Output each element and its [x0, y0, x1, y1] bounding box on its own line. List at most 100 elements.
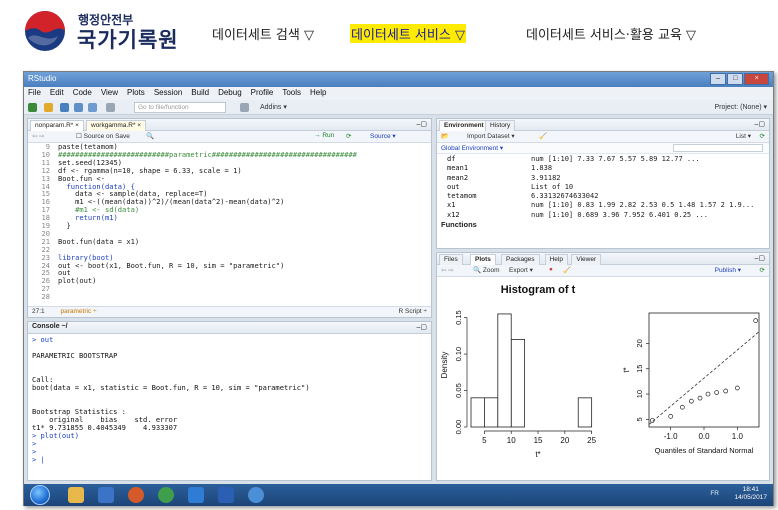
qq-x-tick-label: 0.0: [698, 432, 710, 441]
import-dataset-button[interactable]: Import Dataset ▾: [467, 132, 515, 140]
save-all-icon[interactable]: [88, 103, 97, 112]
goto-file-input[interactable]: Go to file/function: [134, 102, 226, 113]
run-button[interactable]: → Run: [314, 132, 334, 139]
code-editor[interactable]: 9 paste(tetamom) 10 #######################…: [28, 143, 431, 303]
code-line: library(boot): [58, 252, 114, 262]
menu-item-file[interactable]: File: [28, 88, 41, 99]
firefox-icon[interactable]: [128, 487, 144, 503]
global-environment-menu[interactable]: Global Environment ▾: [441, 144, 503, 152]
find-icon[interactable]: 🔍: [146, 132, 154, 140]
environment-row[interactable]: x12 num [1:10] 0.689 3.96 7.952 6.401 0.2…: [437, 211, 769, 220]
remove-plot-icon[interactable]: ●: [549, 266, 553, 273]
tab-viewer[interactable]: Viewer: [571, 254, 602, 265]
code-line: paste(tetamom): [58, 142, 118, 151]
skype-icon[interactable]: [188, 487, 204, 503]
open-file-icon[interactable]: [60, 103, 69, 112]
word-icon[interactable]: [218, 487, 234, 503]
console-line: >: [32, 447, 37, 456]
tab-plots[interactable]: Plots: [470, 254, 496, 265]
tab-files[interactable]: Files: [439, 254, 463, 265]
clear-plots-icon[interactable]: 🧹: [563, 266, 571, 274]
pane-maximize-icon[interactable]: –▢: [416, 120, 427, 128]
plots-maximize-icon[interactable]: –▢: [754, 254, 765, 262]
environment-row[interactable]: tetamom 6.33132674633042: [437, 192, 769, 201]
plots-refresh-icon[interactable]: ⟳: [760, 266, 765, 274]
variable-value: 6.33132674633042: [531, 192, 599, 201]
maximize-icon[interactable]: □: [727, 73, 744, 85]
tab-history[interactable]: History: [485, 120, 516, 131]
chrome-icon[interactable]: [158, 487, 174, 503]
plot-nav-arrows-icon[interactable]: ⇦ ⇨: [441, 266, 454, 274]
nav-dataset-service[interactable]: 데이터세트 서비스 ▽: [350, 24, 466, 43]
logo[interactable]: 행정안전부 국가기록원: [24, 10, 184, 52]
environment-row[interactable]: x1 num [1:10] 0.83 1.99 2.82 2.53 0.5 1.4…: [437, 201, 769, 210]
export-button[interactable]: Export ▾: [509, 266, 533, 274]
environment-row[interactable]: df num [1:10] 7.33 7.67 5.57 5.89 12.77 .…: [437, 155, 769, 164]
rstudio-taskbar-icon[interactable]: [248, 487, 264, 503]
publish-button[interactable]: Publish ▾: [715, 266, 741, 274]
rerun-icon[interactable]: ⟳: [346, 132, 351, 140]
save-icon[interactable]: [74, 103, 83, 112]
variable-name: df: [447, 155, 456, 163]
tab-packages[interactable]: Packages: [501, 254, 540, 265]
nav-dataset-education[interactable]: 데이터세트 서비스·활용 교육 ▽: [526, 24, 696, 43]
environment-search-input[interactable]: [673, 144, 763, 152]
console-output[interactable]: > out PARAMETRIC BOOTSTRAP Call: boot(data …: [32, 336, 425, 464]
close-icon[interactable]: ×: [744, 73, 770, 85]
editor-tab-bar: nonparam.R* × workgamma.R* × –▢: [28, 119, 431, 131]
media-player-icon[interactable]: [98, 487, 114, 503]
menu-item-session[interactable]: Session: [154, 88, 182, 99]
language-indicator[interactable]: FR: [710, 490, 719, 497]
broom-icon[interactable]: 🧹: [539, 132, 547, 140]
line-number: 10: [41, 149, 50, 159]
console-line: boot(data = x1, statistic = Boot.fun, R …: [32, 383, 310, 392]
zoom-button[interactable]: 🔍 Zoom: [473, 266, 500, 274]
menu-item-profile[interactable]: Profile: [251, 88, 274, 99]
tab-environment[interactable]: Environment: [439, 120, 489, 131]
list-view-menu[interactable]: List ▾: [736, 132, 751, 140]
tab-workgamma[interactable]: workgamma.R* ×: [86, 120, 147, 131]
new-file-icon[interactable]: [28, 103, 37, 112]
tab-nonparam[interactable]: nonparam.R* ×: [30, 120, 84, 131]
nav-dataset-search[interactable]: 데이터세트 검색 ▽: [212, 24, 314, 43]
environment-row[interactable]: out List of 10: [437, 183, 769, 192]
tab-help[interactable]: Help: [544, 254, 568, 265]
project-menu[interactable]: Project: (None) ▾: [714, 103, 767, 111]
menu-item-code[interactable]: Code: [73, 88, 92, 99]
source-button[interactable]: Source ▾: [370, 132, 396, 140]
environment-row[interactable]: mean2 3.91182: [437, 174, 769, 183]
print-icon[interactable]: [106, 103, 115, 112]
zoom-label: Zoom: [482, 267, 500, 274]
load-workspace-icon[interactable]: 📂: [441, 132, 449, 140]
menu-item-view[interactable]: View: [101, 88, 118, 99]
minimize-icon[interactable]: –: [710, 73, 727, 85]
open-project-icon[interactable]: [44, 103, 53, 112]
menu-item-plots[interactable]: Plots: [127, 88, 145, 99]
workspace-panes-icon[interactable]: [240, 103, 249, 112]
source-on-save-checkbox[interactable]: ☐ Source on Save: [76, 132, 130, 140]
file-type-indicator[interactable]: R Script ÷: [399, 308, 428, 315]
refresh-icon[interactable]: ⟳: [760, 132, 765, 140]
env-maximize-icon[interactable]: –▢: [754, 120, 765, 128]
logo-agency: 국가기록원: [77, 28, 179, 52]
console-maximize-icon[interactable]: –▢: [416, 323, 427, 331]
rstudio-screenshot: RStudio – □ × File Edit Code View Plots Sessi…: [23, 71, 774, 506]
variable-name: tetamom: [447, 192, 477, 201]
histogram-x-tick-label: 5: [482, 436, 487, 445]
menu-item-debug[interactable]: Debug: [218, 88, 242, 99]
environment-row[interactable]: mean1 1.838: [437, 164, 769, 173]
file-explorer-icon[interactable]: [68, 487, 84, 503]
line-number: 28: [41, 292, 50, 302]
scope-indicator[interactable]: parametric ÷: [60, 308, 96, 315]
addins-menu[interactable]: Addins ▾: [260, 103, 287, 111]
menu-item-help[interactable]: Help: [310, 88, 326, 99]
start-button-icon[interactable]: [30, 485, 50, 505]
menu-item-edit[interactable]: Edit: [50, 88, 64, 99]
line-number: 22: [41, 244, 50, 254]
plots-tab-bar: –▢ Files Plots Packages Help Viewer: [437, 253, 769, 265]
clock[interactable]: 18:41 14/05/2017: [734, 486, 767, 502]
menu-item-build[interactable]: Build: [191, 88, 209, 99]
menu-item-tools[interactable]: Tools: [282, 88, 301, 99]
console-line: > out: [32, 335, 54, 344]
nav-arrows-icon[interactable]: ⇦ ⇨: [32, 132, 45, 140]
